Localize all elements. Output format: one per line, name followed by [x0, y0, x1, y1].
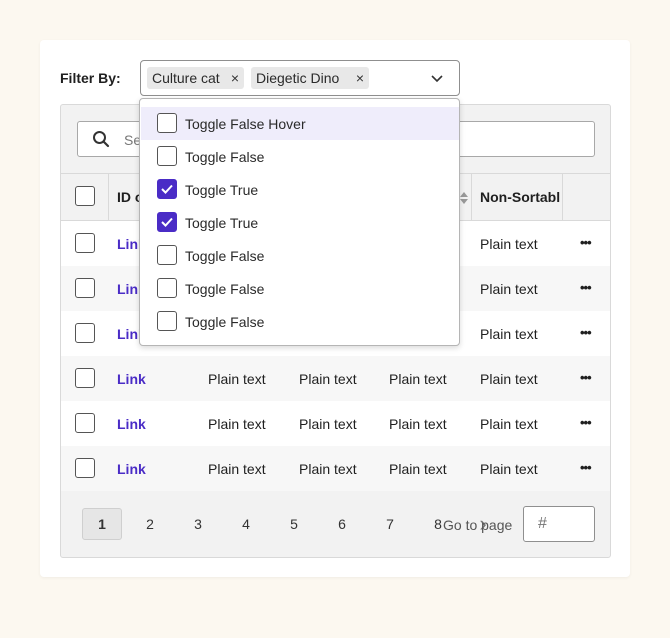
sort-icon	[460, 192, 468, 204]
chip-remove-icon[interactable]: ×	[356, 67, 364, 89]
more-icon[interactable]: •••	[580, 325, 592, 340]
page-3[interactable]: 3	[178, 508, 218, 540]
select-all-checkbox[interactable]	[75, 186, 95, 206]
page-6[interactable]: 6	[322, 508, 362, 540]
header-label: Non-Sortabl	[480, 189, 561, 205]
dropdown-option[interactable]: Toggle False	[141, 140, 459, 173]
chip-label: Culture cat	[152, 70, 220, 86]
option-checkbox[interactable]	[157, 212, 177, 232]
row-checkbox[interactable]	[75, 233, 95, 253]
dropdown-option[interactable]: Toggle False	[141, 272, 459, 305]
chip-remove-icon[interactable]: ×	[231, 67, 239, 89]
cell-text: Plain text	[480, 236, 538, 252]
cell-text: Plain text	[389, 371, 447, 387]
more-icon[interactable]: •••	[580, 460, 592, 475]
table-row: Link Plain text Plain text Plain text Pl…	[61, 401, 610, 446]
cell-text: Plain text	[480, 461, 538, 477]
dropdown-option[interactable]: Toggle False Hover	[141, 107, 459, 140]
option-checkbox[interactable]	[157, 311, 177, 331]
option-label: Toggle False Hover	[185, 116, 306, 132]
checkmark-icon	[161, 184, 173, 194]
more-icon[interactable]: •••	[580, 370, 592, 385]
filter-label: Filter By:	[60, 70, 121, 86]
cell-text: Plain text	[389, 461, 447, 477]
option-label: Toggle False	[185, 149, 265, 165]
more-icon[interactable]: •••	[580, 280, 592, 295]
option-checkbox[interactable]	[157, 179, 177, 199]
chevron-down-icon[interactable]	[429, 70, 445, 86]
row-checkbox[interactable]	[75, 458, 95, 478]
cell-text: Plain text	[480, 326, 538, 342]
option-checkbox[interactable]	[157, 146, 177, 166]
cell-text: Plain text	[299, 371, 357, 387]
cell-text: Plain text	[208, 416, 266, 432]
option-checkbox[interactable]	[157, 245, 177, 265]
option-label: Toggle False	[185, 248, 265, 264]
cell-text: Plain text	[480, 281, 538, 297]
option-label: Toggle False	[185, 314, 265, 330]
checkmark-icon	[161, 217, 173, 227]
more-icon[interactable]: •••	[580, 235, 592, 250]
search-icon	[93, 131, 110, 148]
cell-text: Plain text	[480, 371, 538, 387]
pagination: ‹ 1 2 3 4 5 6 7 8 › Go to page	[61, 491, 610, 557]
cell-text: Plain text	[389, 416, 447, 432]
row-link[interactable]: Link	[117, 371, 146, 387]
row-link[interactable]: Link	[117, 461, 146, 477]
option-label: Toggle False	[185, 281, 265, 297]
row-checkbox[interactable]	[75, 413, 95, 433]
page-7[interactable]: 7	[370, 508, 410, 540]
dropdown-option[interactable]: Toggle False	[141, 305, 459, 338]
dropdown-option[interactable]: Toggle False	[141, 239, 459, 272]
row-checkbox[interactable]	[75, 323, 95, 343]
option-checkbox[interactable]	[157, 113, 177, 133]
page-5[interactable]: 5	[274, 508, 314, 540]
cell-text: Plain text	[299, 416, 357, 432]
filter-dropdown-menu: Toggle False Hover Toggle False Toggle T…	[139, 98, 460, 346]
filter-chip-culture-cat: Culture cat ×	[147, 67, 244, 89]
header-select-cell	[61, 174, 109, 220]
option-label: Toggle True	[185, 182, 259, 198]
cell-text: Plain text	[208, 461, 266, 477]
dropdown-option[interactable]: Toggle True	[141, 173, 459, 206]
cell-text: Plain text	[208, 371, 266, 387]
table-row: Link Plain text Plain text Plain text Pl…	[61, 356, 610, 401]
row-link[interactable]: Link	[117, 416, 146, 432]
goto-page-label: Go to page	[443, 517, 513, 533]
option-label: Toggle True	[185, 215, 259, 231]
cell-text: Plain text	[480, 416, 538, 432]
page-1[interactable]: 1	[82, 508, 122, 540]
option-checkbox[interactable]	[157, 278, 177, 298]
dropdown-option[interactable]: Toggle True	[141, 206, 459, 239]
cell-text: Plain text	[299, 461, 357, 477]
prev-page-icon[interactable]: ‹	[61, 508, 62, 540]
row-checkbox[interactable]	[75, 368, 95, 388]
header-non-sortable: Non-Sortabl	[472, 174, 563, 220]
page-2[interactable]: 2	[130, 508, 170, 540]
chip-label: Diegetic Dino	[256, 70, 340, 86]
filter-multiselect[interactable]: Culture cat × Diegetic Dino ×	[140, 60, 460, 96]
goto-page-input[interactable]	[523, 506, 595, 542]
table-row: Link Plain text Plain text Plain text Pl…	[61, 446, 610, 491]
more-icon[interactable]: •••	[580, 415, 592, 430]
row-checkbox[interactable]	[75, 278, 95, 298]
filter-chip-diegetic-dino: Diegetic Dino ×	[251, 67, 369, 89]
page-4[interactable]: 4	[226, 508, 266, 540]
